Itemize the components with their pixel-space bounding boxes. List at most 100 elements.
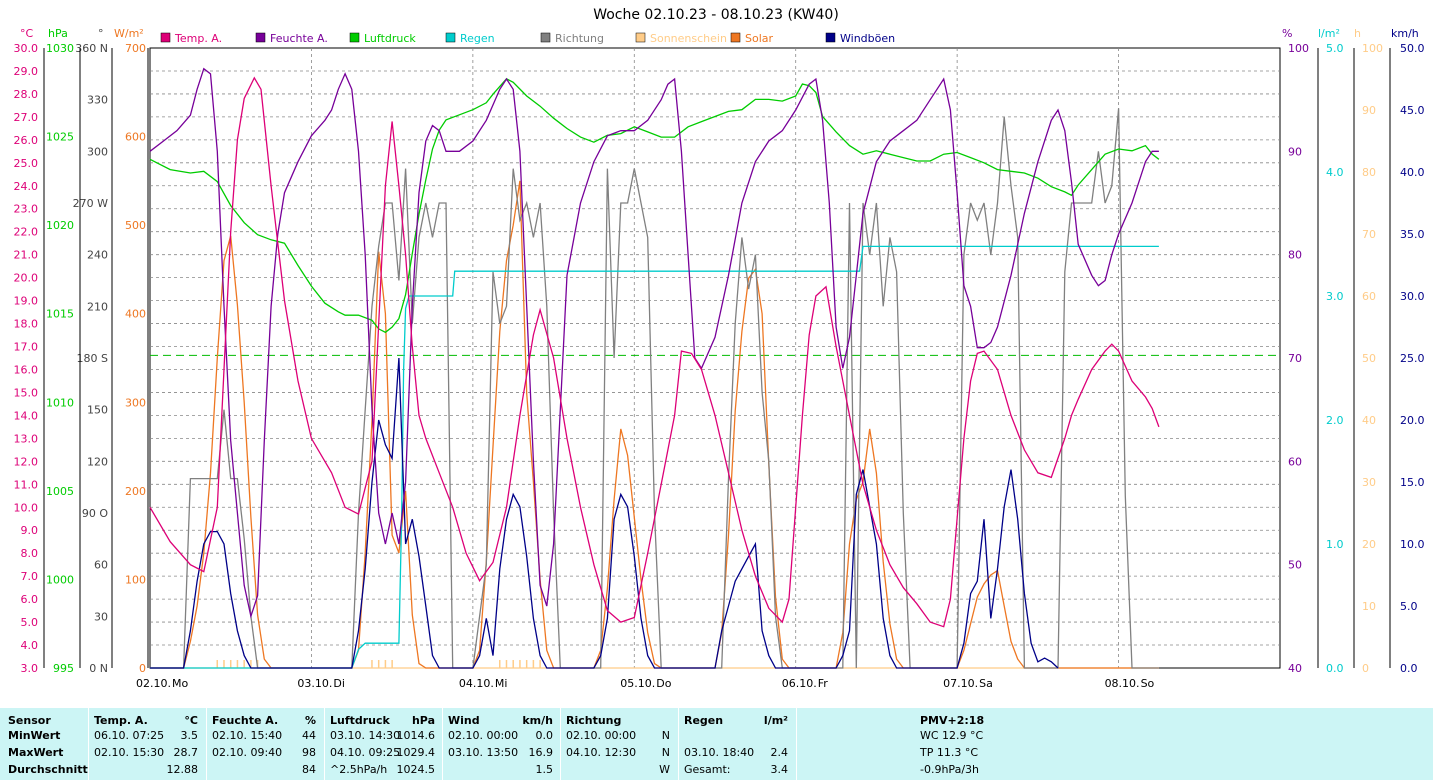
- solar-tick-label: 0: [139, 662, 146, 675]
- gusts-tick-label: 20.0: [1400, 414, 1425, 427]
- sunshine-tick-label: 30: [1362, 476, 1376, 489]
- wind-avg-value: 1.5: [535, 763, 554, 776]
- direction-tick-label: 240: [87, 249, 108, 262]
- series-line-temp: [149, 76, 1160, 628]
- rain-max-value: 2.4: [770, 746, 789, 759]
- axis-unit-label: %: [1282, 27, 1292, 40]
- sunshine-tick-label: 40: [1362, 414, 1376, 427]
- humidity-max-value: 98: [302, 746, 316, 759]
- sunshine-tick-label: 100: [1362, 42, 1383, 55]
- legend-swatch: [445, 32, 456, 43]
- header-temp-unit: °C: [184, 714, 198, 727]
- temp-tick-label: 29.0: [14, 65, 39, 78]
- x-axis-label: Mi: [495, 677, 508, 690]
- temp-tick-label: 30.0: [14, 42, 39, 55]
- x-axis-label: Fr: [818, 677, 829, 690]
- rain-tick-label: 3.0: [1326, 290, 1344, 303]
- temp-tick-label: 6.0: [21, 593, 39, 606]
- humidity-avg-value: 84: [302, 763, 316, 776]
- legend-swatch: [255, 32, 266, 43]
- pressure-min-value: 1014.6: [396, 729, 436, 742]
- stats-divider: [560, 708, 561, 780]
- temp-tick-label: 21.0: [14, 249, 39, 262]
- row-label-max: MaxWert: [8, 746, 64, 759]
- x-axis-label: 04.10.: [459, 677, 494, 690]
- x-axis-label: Sa: [979, 677, 993, 690]
- wind-max-value: 16.9: [528, 746, 554, 759]
- legend-label: Temp. A.: [174, 32, 222, 45]
- gusts-tick-label: 35.0: [1400, 228, 1425, 241]
- temp-tick-label: 7.0: [21, 570, 39, 583]
- legend-swatch: [349, 32, 360, 43]
- gusts-tick-label: 10.0: [1400, 538, 1425, 551]
- humidity-max-time: 02.10. 09:40: [212, 746, 283, 759]
- header-rain: Regen: [684, 714, 724, 727]
- stats-divider: [206, 708, 207, 780]
- x-axis-label: Mo: [172, 677, 188, 690]
- wind-max-time: 03.10. 13:50: [448, 746, 519, 759]
- axis-unit-label: l/m²: [1318, 27, 1340, 40]
- axis-unit-label: h: [1354, 27, 1361, 40]
- header-temp: Temp. A.: [94, 714, 148, 727]
- pressure-tick-label: 1030: [46, 42, 74, 55]
- sunshine-tick-label: 60: [1362, 290, 1376, 303]
- sunshine-tick-label: 80: [1362, 166, 1376, 179]
- legend-label: Sonnenschein: [650, 32, 727, 45]
- legend-label: Solar: [745, 32, 774, 45]
- temp-tick-label: 22.0: [14, 226, 39, 239]
- direction-avg-value: W: [659, 763, 670, 776]
- row-label-min: MinWert: [8, 729, 61, 742]
- direction-tick-label: 30: [94, 610, 108, 623]
- header-humidity-unit: %: [304, 714, 316, 727]
- row-label-avg: Durchschnitt: [8, 763, 88, 776]
- x-axis-label: Do: [656, 677, 671, 690]
- temp-tick-label: 11.0: [14, 478, 39, 491]
- humidity-tick-label: 80: [1288, 249, 1302, 262]
- temp-tick-label: 17.0: [14, 341, 39, 354]
- solar-tick-label: 100: [125, 573, 146, 586]
- temp-tick-label: 24.0: [14, 180, 39, 193]
- humidity-tick-label: 100: [1288, 42, 1309, 55]
- legend-swatch: [730, 32, 741, 43]
- sunshine-tick-label: 10: [1362, 600, 1376, 613]
- plot-frame: [149, 47, 1281, 669]
- temp-tick-label: 9.0: [21, 524, 39, 537]
- direction-min-value: N: [661, 729, 670, 742]
- pressure-tick-label: 1020: [46, 219, 74, 232]
- header-pressure: Luftdruck: [330, 714, 390, 727]
- solar-tick-label: 200: [125, 485, 146, 498]
- temp-tick-label: 8.0: [21, 547, 39, 560]
- gusts-tick-label: 30.0: [1400, 290, 1425, 303]
- legend-swatch: [825, 32, 836, 43]
- temp-tick-label: 27.0: [14, 111, 39, 124]
- header-wind: Wind: [448, 714, 480, 727]
- temp-tick-label: 23.0: [14, 203, 39, 216]
- temp-tick-label: 18.0: [14, 318, 39, 331]
- axis-unit-label: W/m²: [114, 27, 144, 40]
- humidity-min-value: 44: [302, 729, 316, 742]
- legend-label: Luftdruck: [364, 32, 416, 45]
- dew-point: TP 11.3 °C: [920, 746, 979, 759]
- stats-divider: [324, 708, 325, 780]
- rain-tick-label: 4.0: [1326, 166, 1344, 179]
- rain-tick-label: 1.0: [1326, 538, 1344, 551]
- temp-tick-label: 5.0: [21, 616, 39, 629]
- temp-tick-label: 20.0: [14, 272, 39, 285]
- humidity-tick-label: 60: [1288, 455, 1302, 468]
- temp-min-value: 3.5: [180, 729, 199, 742]
- direction-tick-label: 180 S: [77, 352, 108, 365]
- pressure-tick-label: 1010: [46, 396, 74, 409]
- temp-tick-label: 15.0: [14, 386, 39, 399]
- legend-label: Richtung: [555, 32, 604, 45]
- direction-min-time: 02.10. 00:00: [566, 729, 637, 742]
- axis-unit-label: km/h: [1391, 27, 1419, 40]
- pressure-max-value: 1029.4: [396, 746, 436, 759]
- sunshine-tick-label: 20: [1362, 538, 1376, 551]
- temp-tick-label: 10.0: [14, 501, 39, 514]
- temp-tick-label: 19.0: [14, 295, 39, 308]
- temp-tick-label: 3.0: [21, 662, 39, 675]
- temp-tick-label: 14.0: [14, 409, 39, 422]
- stats-divider: [88, 708, 89, 780]
- gusts-tick-label: 50.0: [1400, 42, 1425, 55]
- rain-total-value: 3.4: [770, 763, 789, 776]
